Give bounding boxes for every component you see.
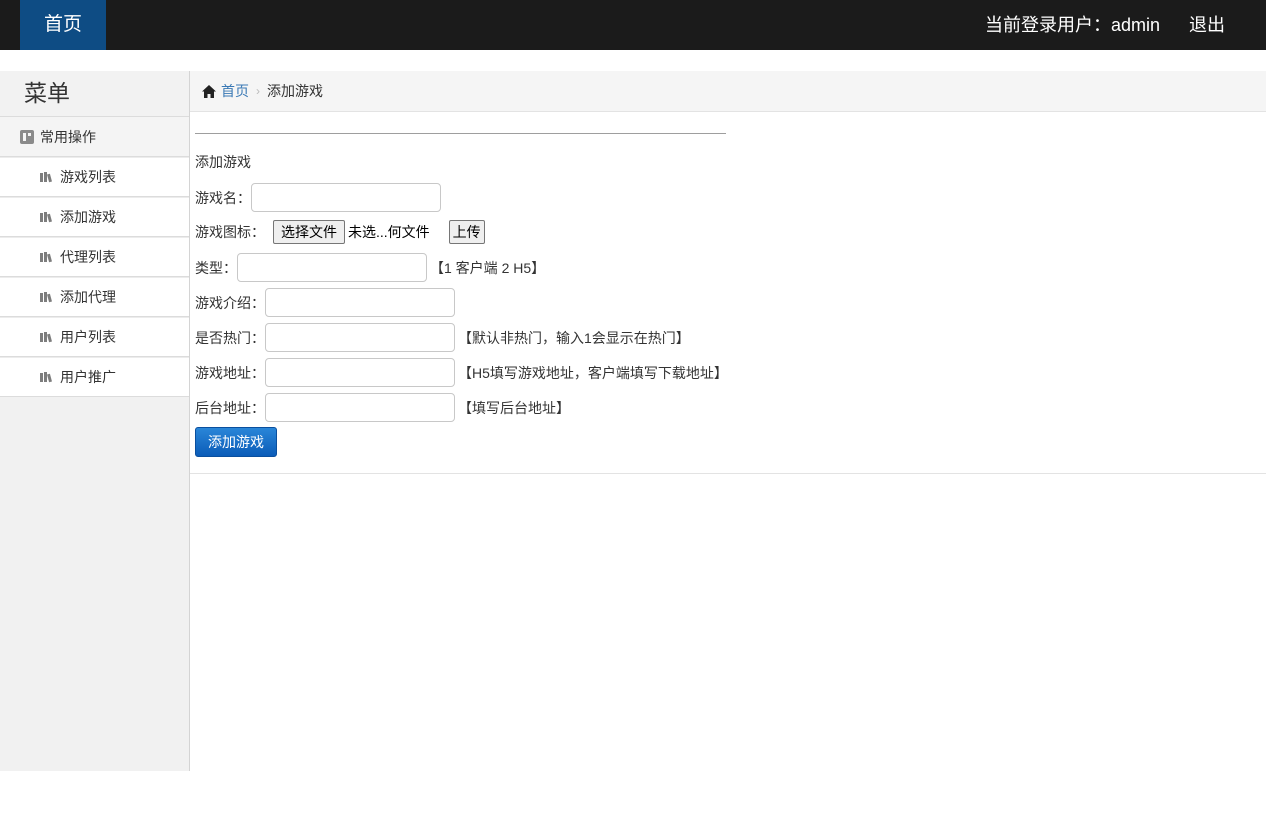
intro-input[interactable] xyxy=(265,288,455,317)
sidebar: 菜单 常用操作 游戏列表 添加游戏 代理列表 添加代理 用户列表 用户推广 xyxy=(0,71,190,771)
books-icon xyxy=(40,252,54,263)
sidebar-section-common[interactable]: 常用操作 xyxy=(0,117,189,157)
file-status-text: 未选...何文件 xyxy=(348,224,430,240)
home-icon xyxy=(202,84,216,98)
top-navbar: 首页 当前登录用户：admin 退出 xyxy=(0,0,1266,50)
sidebar-item-add-agent[interactable]: 添加代理 xyxy=(0,277,189,317)
divider xyxy=(195,133,726,134)
form-title: 添加游戏 xyxy=(195,154,251,170)
hot-hint: 【默认非热门，输入1会显示在热门】 xyxy=(458,329,690,346)
logout-link[interactable]: 退出 xyxy=(1189,0,1225,50)
books-icon xyxy=(40,212,54,223)
address-label: 游戏地址： xyxy=(195,364,265,381)
books-icon xyxy=(40,332,54,343)
backend-hint: 【填写后台地址】 xyxy=(458,399,570,416)
add-game-form: 添加游戏 游戏名： 游戏图标： 选择文件 未选...何文件 上传 类型： 【1 … xyxy=(190,112,1266,474)
type-input[interactable] xyxy=(237,253,427,282)
intro-row: 游戏介绍： xyxy=(195,288,455,317)
sidebar-item-label: 游戏列表 xyxy=(60,169,116,185)
sidebar-item-user-list[interactable]: 用户列表 xyxy=(0,317,189,357)
breadcrumb-separator-icon: › xyxy=(256,84,260,98)
sidebar-item-agent-list[interactable]: 代理列表 xyxy=(0,237,189,277)
hot-input[interactable] xyxy=(265,323,455,352)
sidebar-item-label: 用户推广 xyxy=(60,369,116,385)
game-name-input[interactable] xyxy=(251,183,441,212)
sidebar-item-user-promotion[interactable]: 用户推广 xyxy=(0,357,189,397)
books-icon xyxy=(40,172,54,183)
add-game-submit-button[interactable]: 添加游戏 xyxy=(195,427,277,457)
game-name-row: 游戏名： xyxy=(195,183,441,212)
address-hint: 【H5填写游戏地址，客户端填写下载地址】 xyxy=(458,364,728,381)
nav-home-tab[interactable]: 首页 xyxy=(20,0,106,50)
backend-input[interactable] xyxy=(265,393,455,422)
backend-label: 后台地址： xyxy=(195,399,265,416)
breadcrumb-current: 添加游戏 xyxy=(267,83,323,99)
sidebar-item-label: 添加代理 xyxy=(60,289,116,305)
breadcrumb-home-link[interactable]: 首页 xyxy=(221,81,249,101)
upload-button[interactable]: 上传 xyxy=(448,220,485,244)
sidebar-item-label: 代理列表 xyxy=(60,249,116,265)
sidebar-title: 菜单 xyxy=(0,71,189,117)
type-row: 类型： 【1 客户端 2 H5】 xyxy=(195,253,545,282)
breadcrumb: 首页 › 添加游戏 xyxy=(190,71,1266,112)
sidebar-item-label: 用户列表 xyxy=(60,329,116,345)
game-icon-row: 游戏图标： 选择文件 未选...何文件 上传 xyxy=(195,220,485,244)
sidebar-section-label: 常用操作 xyxy=(40,128,96,145)
address-input[interactable] xyxy=(265,358,455,387)
choose-file-button[interactable]: 选择文件 xyxy=(273,220,345,244)
sidebar-item-label: 添加游戏 xyxy=(60,209,116,225)
address-row: 游戏地址： 【H5填写游戏地址，客户端填写下载地址】 xyxy=(195,358,728,387)
type-label: 类型： xyxy=(195,259,237,276)
books-icon xyxy=(40,292,54,303)
books-icon xyxy=(40,372,54,383)
type-hint: 【1 客户端 2 H5】 xyxy=(430,259,546,276)
hot-label: 是否热门： xyxy=(195,329,265,346)
backend-row: 后台地址： 【填写后台地址】 xyxy=(195,393,570,422)
intro-label: 游戏介绍： xyxy=(195,294,265,311)
sidebar-item-add-game[interactable]: 添加游戏 xyxy=(0,197,189,237)
game-name-label: 游戏名： xyxy=(195,189,251,206)
contact-card-icon xyxy=(20,129,34,144)
current-user-label: 当前登录用户：admin xyxy=(985,15,1161,35)
sidebar-item-game-list[interactable]: 游戏列表 xyxy=(0,157,189,197)
hot-row: 是否热门： 【默认非热门，输入1会显示在热门】 xyxy=(195,323,690,352)
game-icon-label: 游戏图标： xyxy=(195,224,265,240)
